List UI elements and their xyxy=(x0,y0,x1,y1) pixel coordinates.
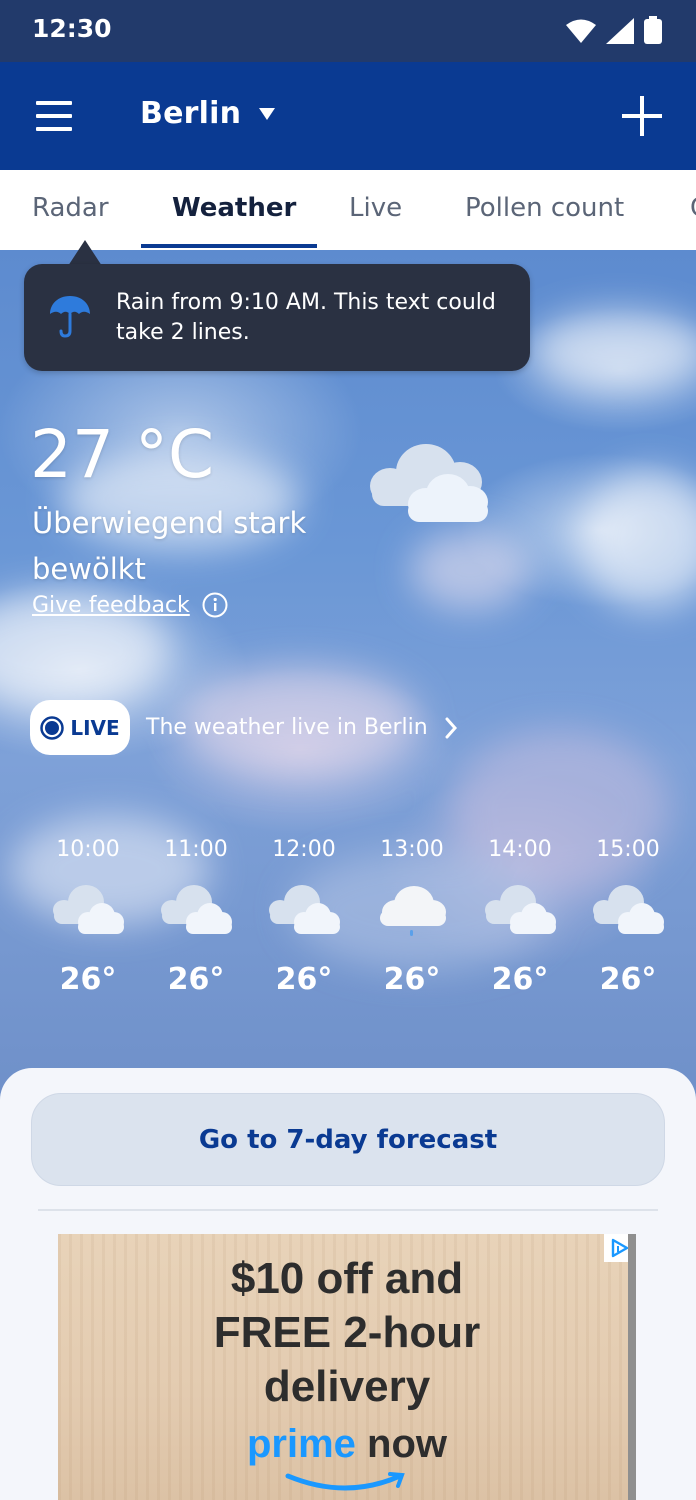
seven-day-forecast-button[interactable]: Go to 7-day forecast xyxy=(31,1093,665,1186)
tooltip-arrow xyxy=(68,240,102,266)
divider xyxy=(38,1209,658,1211)
tooltip-text: Rain from 9:10 AM. This text could take … xyxy=(116,290,496,345)
info-icon[interactable] xyxy=(202,592,228,618)
cloudy-icon xyxy=(593,885,664,934)
hour-time: 13:00 xyxy=(380,837,444,862)
ad-headline-line2: FREE 2-hour xyxy=(213,1308,481,1357)
menu-button[interactable] xyxy=(28,92,80,140)
current-temperature: 27 °C xyxy=(30,416,215,493)
hourly-item[interactable]: 15:00 26° xyxy=(574,832,682,997)
hour-time: 11:00 xyxy=(164,837,228,862)
live-row[interactable]: LIVE The weather live in Berlin xyxy=(30,700,458,755)
feedback-row: Give feedback xyxy=(32,592,228,618)
cloudy-icon xyxy=(269,885,340,934)
hour-time: 14:00 xyxy=(488,837,552,862)
hour-temperature: 26° xyxy=(167,962,225,997)
hourly-item[interactable]: 13:00 26° xyxy=(358,832,466,997)
light-rain-icon xyxy=(380,886,446,936)
ad-brand-logo: prime now xyxy=(58,1422,636,1467)
cloudy-icon xyxy=(370,444,488,522)
advertisement-banner[interactable]: $10 off and FREE 2-hour delivery prime n… xyxy=(58,1234,636,1500)
live-badge[interactable]: LIVE xyxy=(30,700,130,755)
hour-temperature: 26° xyxy=(599,962,657,997)
dropdown-caret-icon xyxy=(259,107,276,120)
tab-radar[interactable]: Radar xyxy=(32,193,109,223)
hour-time: 15:00 xyxy=(596,837,660,862)
hour-temperature: 26° xyxy=(275,962,333,997)
active-tab-indicator xyxy=(141,244,317,248)
wifi-icon xyxy=(566,19,596,43)
battery-icon xyxy=(644,16,662,44)
status-time: 12:30 xyxy=(32,14,112,43)
ad-smile-arrow xyxy=(285,1472,405,1491)
cloudy-icon xyxy=(485,885,556,934)
adchoices-icon xyxy=(611,1238,629,1258)
ad-headline-line3: delivery xyxy=(263,1362,431,1411)
city-name: Berlin xyxy=(140,96,242,131)
hourly-item[interactable]: 14:00 26° xyxy=(466,832,574,997)
cloudy-icon xyxy=(161,885,232,934)
give-feedback-link[interactable]: Give feedback xyxy=(32,593,190,618)
hour-temperature: 26° xyxy=(59,962,117,997)
cloudy-icon xyxy=(53,885,124,934)
live-indicator-icon xyxy=(40,715,65,740)
city-selector[interactable]: Berlin xyxy=(140,96,276,131)
app-bar: Berlin xyxy=(0,62,696,170)
tab-live[interactable]: Live xyxy=(349,193,402,223)
hour-time: 10:00 xyxy=(56,837,120,862)
tab-pollen-count[interactable]: Pollen count xyxy=(465,193,624,223)
ad-brand-now: now xyxy=(367,1422,448,1466)
add-location-button[interactable] xyxy=(616,90,668,142)
hamburger-menu-icon xyxy=(36,101,72,131)
chevron-right-icon xyxy=(445,717,457,738)
hourly-item[interactable]: 12:00 26° xyxy=(250,832,358,997)
cellular-signal-icon xyxy=(606,18,634,44)
hour-temperature: 26° xyxy=(491,962,549,997)
hour-time: 12:00 xyxy=(272,837,336,862)
hourly-item[interactable]: 10:00 26° xyxy=(34,832,142,997)
tab-weather[interactable]: Weather xyxy=(172,193,296,223)
live-link-text[interactable]: The weather live in Berlin xyxy=(146,715,428,740)
status-icons xyxy=(566,16,662,44)
rain-tooltip[interactable]: Rain from 9:10 AM. This text could take … xyxy=(24,264,530,371)
current-condition: Überwiegend stark bewölkt xyxy=(32,506,307,586)
ad-brand-prime: prime xyxy=(246,1422,356,1466)
live-badge-label: LIVE xyxy=(70,715,120,740)
tab-overflow[interactable]: C xyxy=(690,193,696,223)
plus-icon xyxy=(622,96,662,136)
umbrella-icon xyxy=(50,296,90,338)
ad-headline-line1: $10 off and xyxy=(230,1254,464,1303)
ad-edge xyxy=(628,1234,636,1500)
status-bar: 12:30 xyxy=(0,0,696,62)
hour-temperature: 26° xyxy=(383,962,441,997)
tab-bar: Radar Weather Live Pollen count C xyxy=(0,170,696,251)
hourly-item[interactable]: 11:00 26° xyxy=(142,832,250,997)
